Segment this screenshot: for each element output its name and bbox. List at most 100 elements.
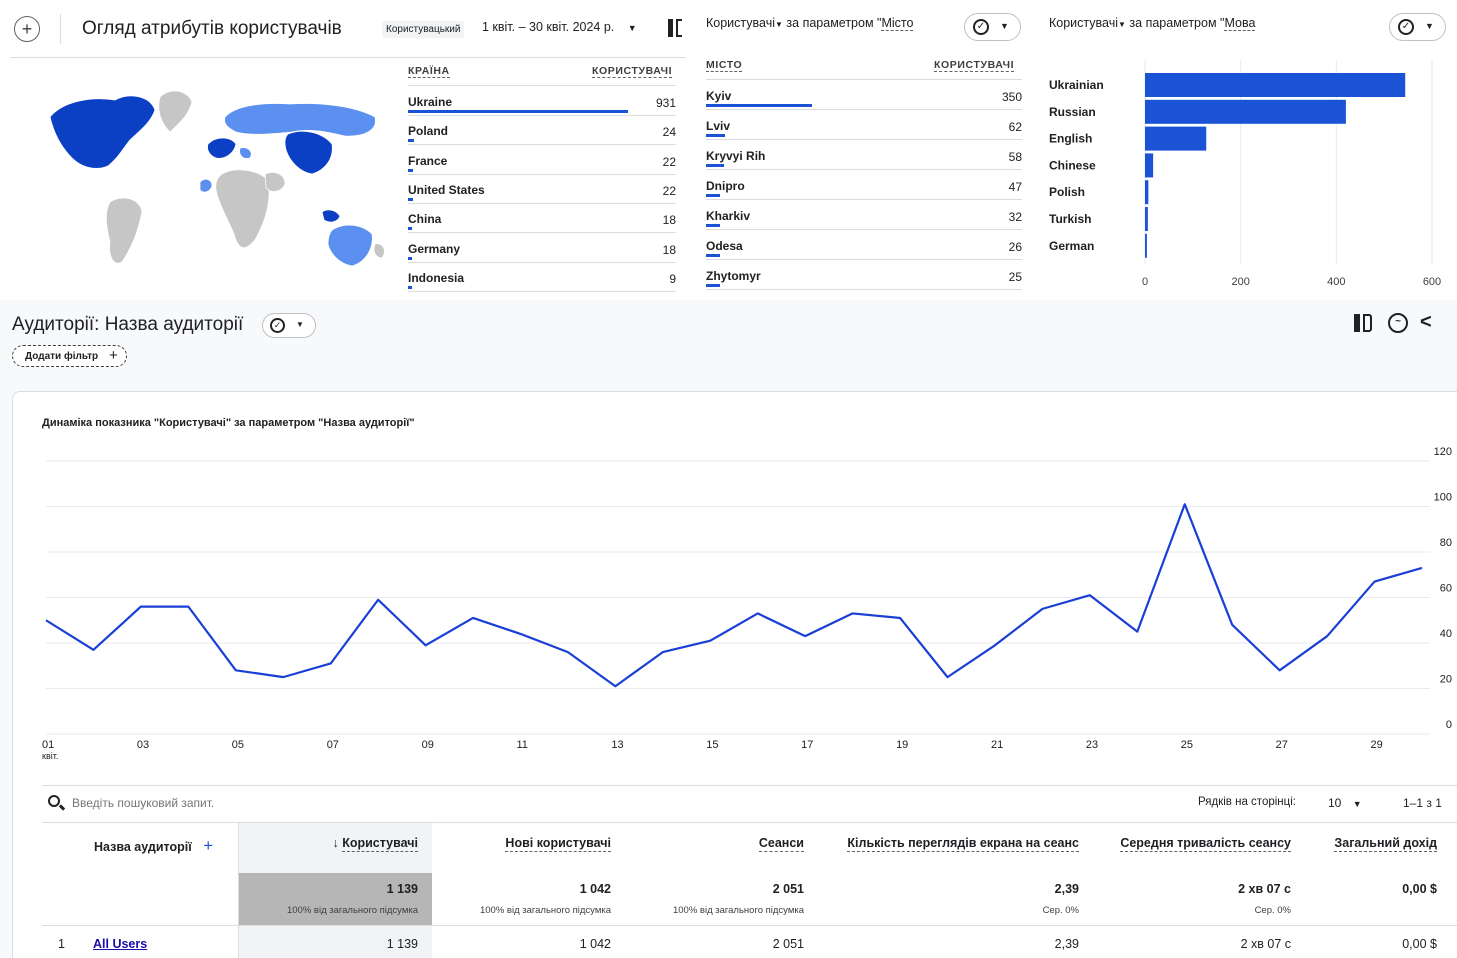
city-column-header[interactable]: МІСТО [706,59,743,72]
date-range-picker[interactable]: 1 квіт. – 30 квіт. 2024 р. ▼ [482,20,637,34]
insights-icon[interactable]: ~ [1388,313,1408,333]
total-views-per-session: 2,39 Сер. 0% [1042,882,1079,916]
pagination-range: 1–1 з 1 [1403,796,1442,810]
city-value: 32 [1008,210,1022,224]
x-tick-label: 09 [422,739,434,751]
city-row[interactable]: Zhytomyr 25 [706,261,1022,290]
language-label: Polish [1049,185,1085,199]
check-circle-icon: ✓ [973,19,989,35]
country-value: 22 [662,183,676,198]
country-name: Indonesia [408,270,465,285]
compare-columns-icon[interactable] [1354,314,1374,332]
city-value: 47 [1008,180,1022,194]
city-dimension-label[interactable]: Місто [881,16,914,31]
city-row[interactable]: Kharkiv 32 [706,201,1022,230]
city-value-bar [706,104,812,107]
city-value-bar [706,224,720,227]
city-row[interactable]: Lviv 62 [706,111,1022,140]
language-label: Turkish [1049,212,1091,226]
city-name: Lviv [706,119,731,133]
y-tick-label: 120 [1434,446,1452,458]
city-value: 62 [1008,120,1022,134]
y-tick-label: 0 [1446,719,1452,731]
country-row[interactable]: Ukraine 931 [408,87,676,116]
city-users-column-header[interactable]: КОРИСТУВАЧІ [934,59,1015,72]
dropdown-arrow-icon: ▼ [1000,21,1009,31]
country-users-column-header[interactable]: КОРИСТУВАЧІ [592,65,673,78]
column-users[interactable]: ↓ Користувачі [332,836,418,852]
country-value-bar [408,168,414,172]
date-range-text: 1 квіт. – 30 квіт. 2024 р. [482,20,615,34]
city-row[interactable]: Dnipro 47 [706,171,1022,200]
add-dimension-plus-icon[interactable]: + [203,836,213,855]
total-users: 1 139 100% від загального підсумка [286,882,418,916]
city-metric-dropdown[interactable]: Користувачі [706,16,775,30]
city-row[interactable]: Kyiv 350 [706,81,1022,110]
language-bar [1145,180,1149,205]
language-card-compare-chip[interactable]: ✓ ▼ [1389,13,1446,41]
column-sessions[interactable]: Сеанси [758,836,804,852]
row-users: 1 139 [386,937,418,951]
x-tick-label: 11 [516,739,527,751]
country-row[interactable]: United States 22 [408,175,676,204]
country-name: Ukraine [408,95,453,109]
country-row[interactable]: Indonesia 9 [408,263,676,292]
search-input[interactable] [72,794,372,812]
country-value: 9 [669,271,676,286]
compare-columns-icon[interactable] [668,19,686,37]
column-new-users[interactable]: Нові користувачі [505,836,611,852]
country-row[interactable]: Poland 24 [408,116,676,146]
language-bar [1145,207,1148,231]
rows-per-page-value: 10 [1328,796,1342,810]
language-label: Ukrainian [1049,78,1104,92]
share-icon[interactable]: < [1420,311,1432,334]
city-card-compare-chip[interactable]: ✓ ▼ [964,13,1021,41]
row-sessions: 2 051 [772,937,804,951]
x-tick-sublabel: квіт. [42,751,58,761]
x-tick-label: 25 [1181,739,1193,751]
column-revenue[interactable]: Загальний дохід [1334,836,1437,852]
language-bar [1145,99,1346,124]
country-name: France [408,153,448,168]
language-title-text: за параметром " [1125,16,1225,30]
country-row[interactable]: China 18 [408,204,676,234]
audience-title: Аудиторії: Назва аудиторії [12,314,244,335]
column-avg-duration[interactable]: Середня тривалість сеансу [1120,836,1291,852]
row-index: 1 [58,937,65,951]
column-views-per-session[interactable]: Кількість переглядів екрана на сеанс [847,836,1079,852]
x-tick-label: 600 [1423,276,1441,288]
city-name: Kryvyi Rih [706,149,766,163]
row-revenue: 0,00 $ [1402,937,1437,951]
x-tick-label: 23 [1086,739,1098,751]
column-audience-name[interactable]: Назва аудиторії + [94,836,213,856]
country-name: Germany [408,241,461,256]
row-avg-duration: 2 хв 07 с [1240,937,1291,951]
add-comparison-button[interactable]: + [14,16,40,42]
world-map[interactable] [10,62,395,287]
country-row[interactable]: Germany 18 [408,234,676,263]
x-tick-label: 27 [1276,739,1288,751]
city-row[interactable]: Kryvyi Rih 58 [706,141,1022,170]
rows-per-page-select[interactable]: 10 ▼ [1328,796,1362,810]
language-bar [1145,126,1207,151]
language-bar-chart: 0 200 400 600 Ukrainian Russian English Chinese… [1049,60,1441,288]
language-metric-dropdown[interactable]: Користувачі [1049,16,1118,30]
dropdown-arrow-icon: ▼ [627,23,637,33]
city-name: Kharkiv [706,209,751,223]
city-row[interactable]: Odesa 26 [706,231,1022,260]
country-column-header[interactable]: КРАЇНА [408,65,450,78]
add-filter-button[interactable]: Додати фільтр + [12,345,127,367]
dropdown-arrow-icon: ▼ [1118,20,1126,29]
x-tick-label: 17 [801,739,813,751]
language-card-title: Користувачі▼ за параметром "Мова [1049,16,1256,31]
header-divider [60,14,61,44]
audience-compare-chip[interactable]: ✓ ▼ [262,313,316,338]
city-value-bar [706,134,725,137]
audience-link-all-users[interactable]: All Users [93,937,147,951]
country-row[interactable]: France 22 [408,146,676,175]
language-dimension-label[interactable]: Мова [1224,16,1256,31]
y-tick-label: 40 [1440,628,1452,640]
x-tick-label: 03 [137,739,149,751]
total-sessions: 2 051 100% від загального підсумка [672,882,804,916]
total-new-users: 1 042 100% від загального підсумка [479,882,611,916]
